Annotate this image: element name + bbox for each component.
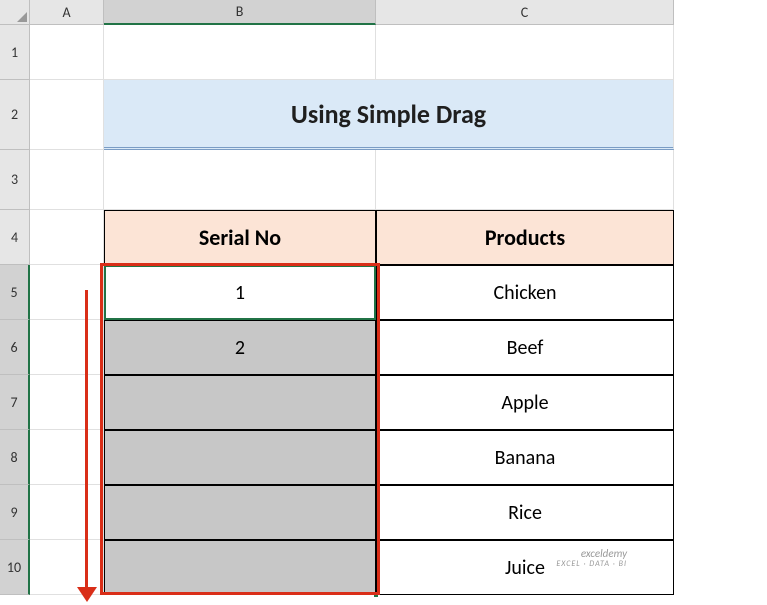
cell-a4[interactable] [30, 210, 104, 265]
cell-c1[interactable] [376, 25, 674, 80]
cell-c5[interactable]: Chicken [376, 265, 674, 320]
header-serial[interactable]: Serial No [104, 210, 376, 265]
row-header-7[interactable]: 7 [0, 375, 30, 430]
cell-c7[interactable]: Apple [376, 375, 674, 430]
cell-b5[interactable]: 1 [104, 265, 376, 320]
col-header-c[interactable]: C [376, 0, 674, 25]
cell-c3[interactable] [376, 150, 674, 210]
watermark: exceldemy EXCEL · DATA · BI [556, 547, 627, 570]
row-header-4[interactable]: 4 [0, 210, 30, 265]
row-header-10[interactable]: 10 [0, 540, 30, 595]
row-header-6[interactable]: 6 [0, 320, 30, 375]
cell-a8[interactable] [30, 430, 104, 485]
cell-a9[interactable] [30, 485, 104, 540]
cell-b6[interactable]: 2 [104, 320, 376, 375]
row-header-1[interactable]: 1 [0, 25, 30, 80]
cell-b10[interactable] [104, 540, 376, 595]
row-header-5[interactable]: 5 [0, 265, 30, 320]
col-header-b[interactable]: B [104, 0, 376, 25]
title-cell[interactable]: Using Simple Drag [104, 80, 674, 150]
drag-arrow-icon [85, 290, 88, 590]
cell-a2[interactable] [30, 80, 104, 150]
cell-b8[interactable] [104, 430, 376, 485]
row-header-3[interactable]: 3 [0, 150, 30, 210]
cell-b1[interactable] [104, 25, 376, 80]
cell-a1[interactable] [30, 25, 104, 80]
row-header-2[interactable]: 2 [0, 80, 30, 150]
cell-b9[interactable] [104, 485, 376, 540]
watermark-sub: EXCEL · DATA · BI [556, 560, 627, 570]
select-all-corner[interactable] [0, 0, 30, 25]
cell-a6[interactable] [30, 320, 104, 375]
cell-b3[interactable] [104, 150, 376, 210]
fill-handle[interactable] [373, 592, 379, 598]
row-header-8[interactable]: 8 [0, 430, 30, 485]
cell-c6[interactable]: Beef [376, 320, 674, 375]
spreadsheet-grid: A B C 1 2 Using Simple Drag 3 4 Serial N… [0, 0, 767, 595]
col-header-a[interactable]: A [30, 0, 104, 25]
row-header-9[interactable]: 9 [0, 485, 30, 540]
cell-b7[interactable] [104, 375, 376, 430]
cell-c8[interactable]: Banana [376, 430, 674, 485]
cell-a3[interactable] [30, 150, 104, 210]
header-products[interactable]: Products [376, 210, 674, 265]
cell-a5[interactable] [30, 265, 104, 320]
cell-c9[interactable]: Rice [376, 485, 674, 540]
cell-c10[interactable]: Juice [376, 540, 674, 595]
cell-a7[interactable] [30, 375, 104, 430]
